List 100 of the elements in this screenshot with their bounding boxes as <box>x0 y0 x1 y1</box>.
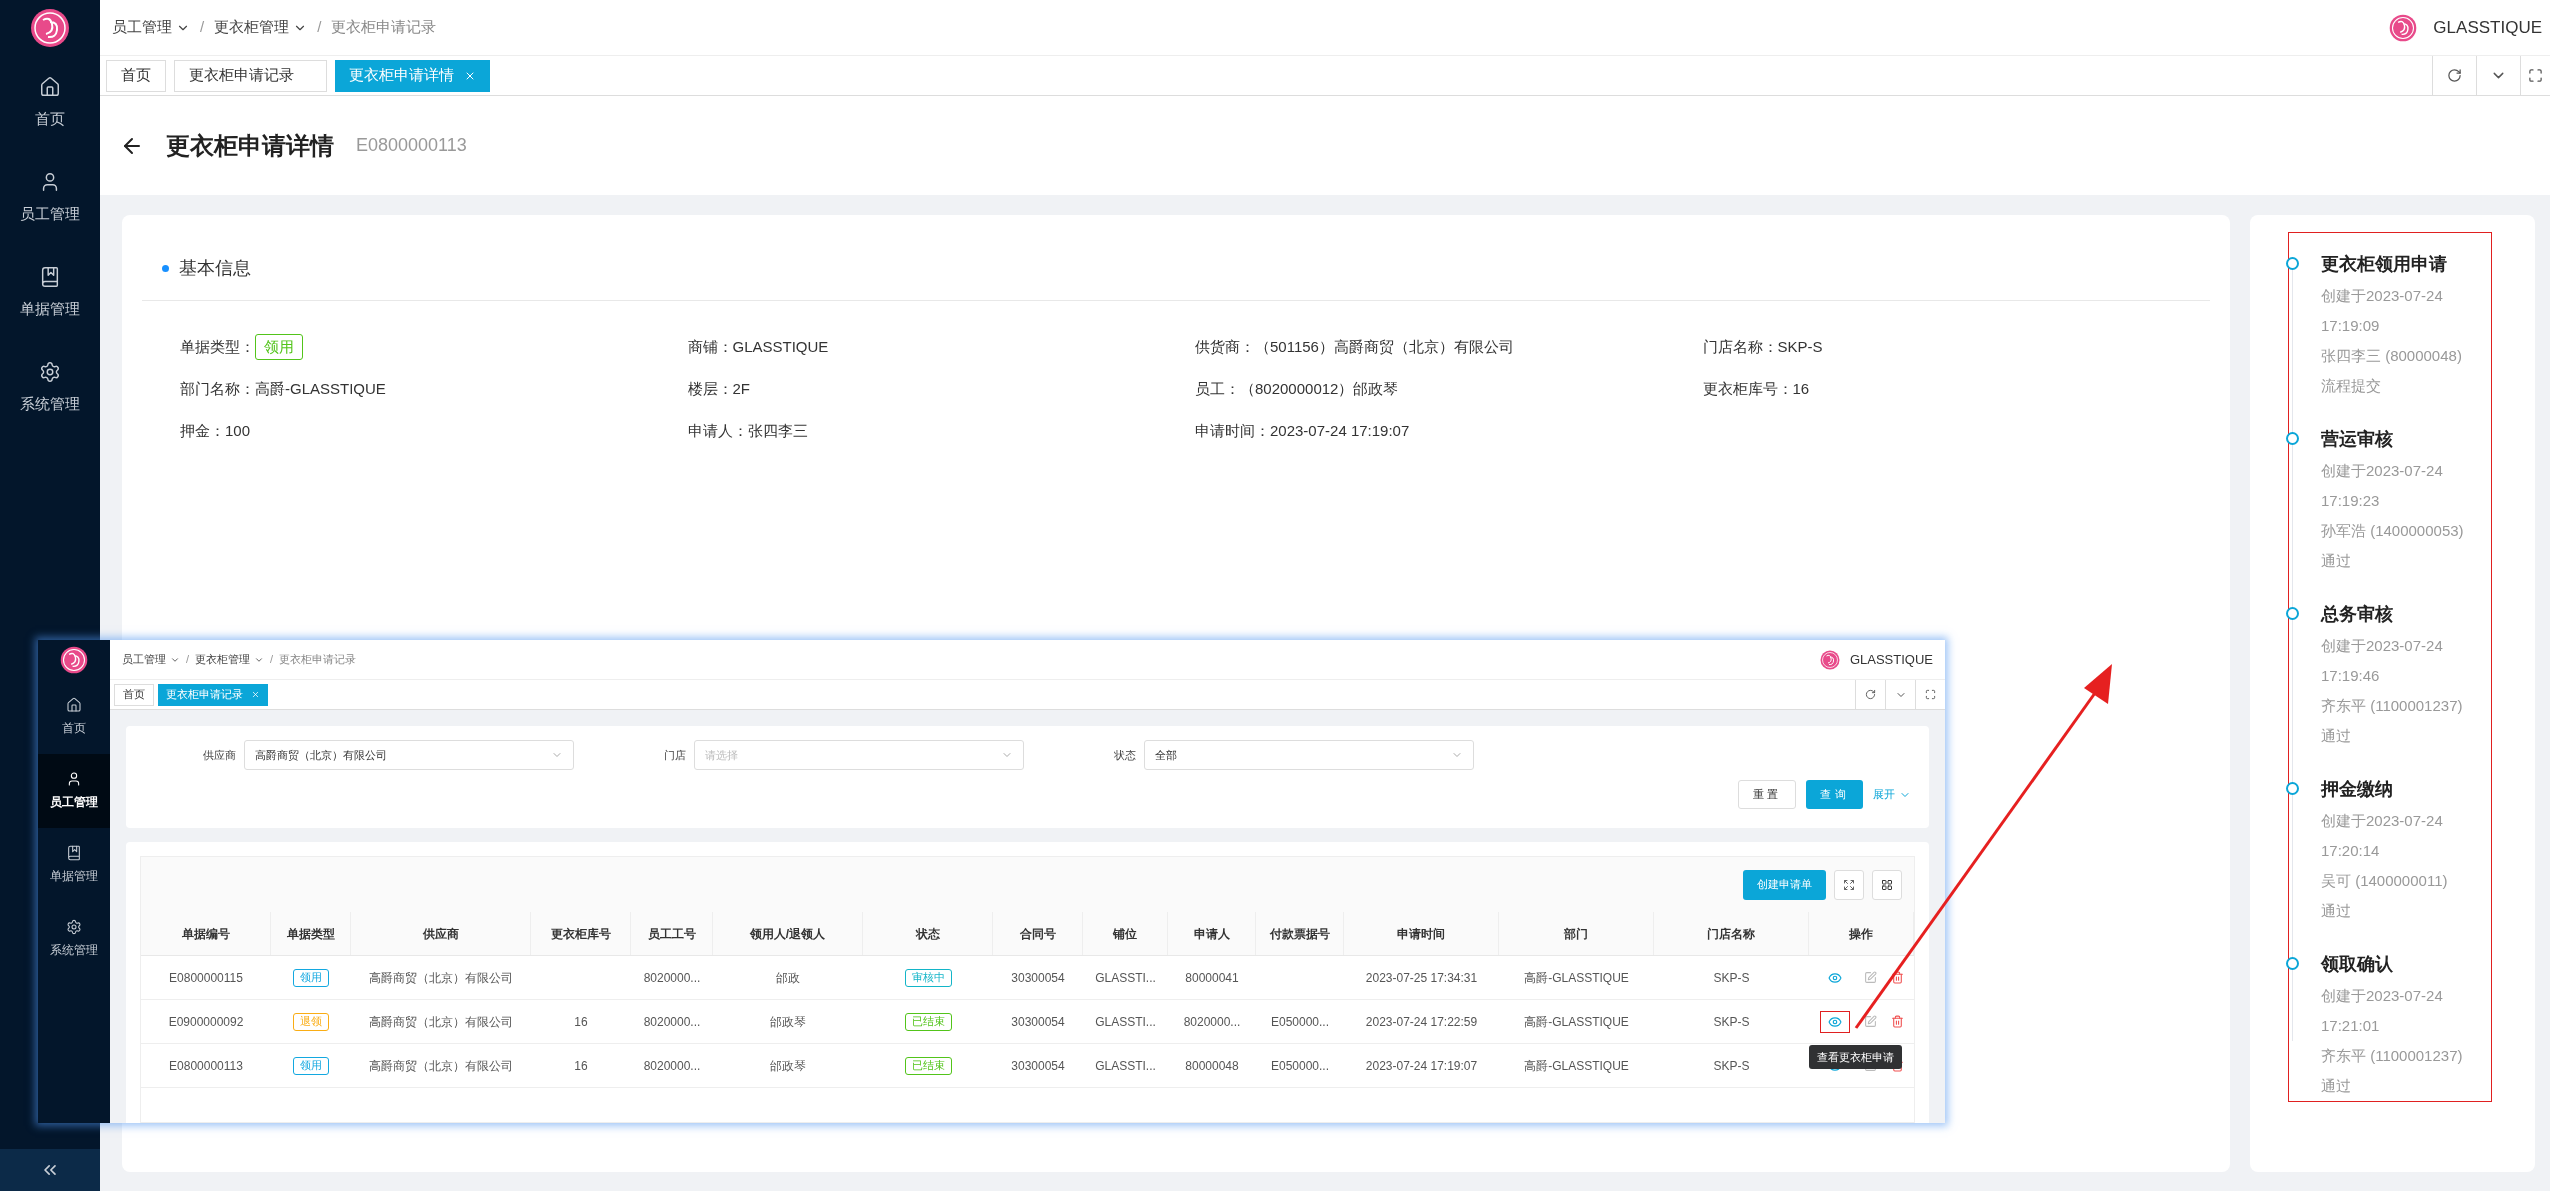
field-label: 供货商： <box>1195 336 1255 357</box>
fullscreen-icon <box>1925 689 1936 700</box>
refresh-icon <box>1865 689 1876 700</box>
table-cell-text: E0900000092 <box>168 1013 244 1031</box>
brand-name: GLASSTIQUE <box>1849 650 1933 669</box>
table-cell-text: 8020000... <box>643 1057 701 1075</box>
field-label: 部门名称： <box>180 378 255 399</box>
edit-icon[interactable] <box>1863 1015 1877 1028</box>
table-cell-text: 高爵商贸（北京）有限公司 <box>369 1013 513 1031</box>
step-title: 押金缴纳 <box>2321 778 2394 801</box>
step-result: 通过 <box>2321 551 2352 571</box>
sidebar-item[interactable]: 首页 <box>38 680 110 754</box>
layout-button[interactable] <box>1872 869 1902 900</box>
table-cell-text: 高爵商贸（北京）有限公司 <box>369 969 513 987</box>
step-result: 通过 <box>2321 901 2352 921</box>
field-value: （8020000012）邰政琴 <box>1240 378 1399 399</box>
table-cell-text: 16 <box>574 1013 588 1031</box>
home-icon <box>39 76 61 99</box>
bullet-icon <box>162 264 169 272</box>
column-header: 操作 <box>1809 912 1914 955</box>
step-created: 创建于2023-07-24 17:19:46 <box>2321 636 2444 686</box>
step-created: 创建于2023-07-24 17:20:14 <box>2321 811 2444 861</box>
sidebar-item[interactable]: 首页 <box>0 56 100 151</box>
tag: 领用 <box>255 334 303 360</box>
brand-name: GLASSTIQUE <box>2433 16 2542 39</box>
delete-icon[interactable] <box>1890 1015 1904 1028</box>
column-header: 供应商 <box>351 912 531 955</box>
column-header: 状态 <box>863 912 993 955</box>
step-title: 领取确认 <box>2321 953 2394 976</box>
table-cell-text: 2023-07-25 17:34:31 <box>1365 969 1478 987</box>
fullscreen-button[interactable] <box>1834 869 1864 900</box>
sidebar-item[interactable]: 员工管理 <box>0 151 100 246</box>
view-button[interactable] <box>1819 1010 1850 1033</box>
delete-icon[interactable] <box>1890 971 1904 984</box>
table-cell-text: 邰政琴 <box>770 1057 806 1075</box>
column-header: 领用人/退领人 <box>713 912 863 955</box>
logo-icon <box>60 646 88 674</box>
section-title: 基本信息 <box>179 256 251 280</box>
table-cell-text: 8020000... <box>643 969 701 987</box>
column-header: 铺位 <box>1083 912 1168 955</box>
table-cell-text: 8020000... <box>643 1013 701 1031</box>
edit-icon[interactable] <box>1863 971 1877 984</box>
breadcrumb-item[interactable]: 员工管理 <box>122 651 180 668</box>
sidebar-item[interactable]: 员工管理 <box>38 754 110 828</box>
field-value: 高爵-GLASSTIQUE <box>255 378 386 399</box>
table-cell-text: 高爵-GLASSTIQUE <box>1524 1013 1629 1031</box>
table-cell-text: 30300054 <box>1011 1057 1065 1075</box>
table-cell-text: 80000041 <box>1185 969 1239 987</box>
table-cell-text: 高爵商贸（北京）有限公司 <box>369 1057 513 1075</box>
table-cell-text: GLASSTI... <box>1095 1057 1156 1075</box>
field-value: 16 <box>1792 378 1810 399</box>
step-operator: 张四李三 (80000048) <box>2321 346 2463 366</box>
step-title: 更衣柜领用申请 <box>2321 253 2448 276</box>
tag: 领用 <box>293 1056 329 1075</box>
step-result: 通过 <box>2321 1076 2352 1096</box>
sidebar-item[interactable]: 单据管理 <box>38 828 110 902</box>
filter-label: 门店 <box>663 747 686 763</box>
gear-icon <box>39 361 61 384</box>
field-value: 2023-07-24 17:19:07 <box>1270 420 1410 441</box>
reset-button[interactable]: 重置 <box>1737 780 1797 809</box>
tooltip: 查看更衣柜申请 <box>1809 1045 1902 1069</box>
column-header: 部门 <box>1499 912 1654 955</box>
select-field[interactable]: 高爵商贸（北京）有限公司 <box>244 740 574 770</box>
column-header: 申请时间 <box>1344 912 1499 955</box>
logo-icon <box>2389 13 2418 42</box>
eye-icon <box>1827 970 1842 985</box>
eye-icon <box>1827 1014 1842 1029</box>
field-label: 楼层： <box>687 378 733 399</box>
breadcrumb-separator: / <box>186 652 190 668</box>
step-created: 创建于2023-07-24 17:19:23 <box>2321 461 2444 511</box>
step-result: 通过 <box>2321 726 2352 746</box>
select-field[interactable]: 全部 <box>1144 740 1474 770</box>
sidebar-item[interactable]: 单据管理 <box>0 246 100 341</box>
table-cell-text: 8020000... <box>1183 1013 1241 1031</box>
column-header: 单据类型 <box>271 912 351 955</box>
table-cell-text: 高爵-GLASSTIQUE <box>1524 969 1629 987</box>
home-icon <box>66 697 82 713</box>
tab[interactable]: 首页 <box>106 59 166 92</box>
field-label: 申请时间： <box>1195 420 1270 441</box>
column-header: 付款票据号 <box>1256 912 1344 955</box>
breadcrumb-item[interactable]: 更衣柜申请记录 <box>279 651 357 668</box>
sidebar-item[interactable]: 系统管理 <box>38 902 110 976</box>
table-cell-text: 30300054 <box>1011 1013 1065 1031</box>
table-cell-text: 2023-07-24 17:22:59 <box>1365 1013 1478 1031</box>
breadcrumb-item[interactable]: 更衣柜申请记录 <box>331 16 437 39</box>
refresh-icon <box>2447 68 2462 83</box>
page-title: 更衣柜申请详情 <box>166 130 334 161</box>
close-icon[interactable] <box>251 690 260 699</box>
step-operator: 孙军浩 (1400000053) <box>2321 521 2465 541</box>
tab[interactable]: 首页 <box>114 683 154 706</box>
field-label: 更衣柜库号： <box>1702 378 1793 399</box>
step-result: 流程提交 <box>2321 376 2382 396</box>
table-cell-text: SKP-S <box>1713 1013 1750 1031</box>
record-number: E0800000113 <box>356 134 467 157</box>
breadcrumb-item[interactable]: 更衣柜管理 <box>214 16 308 39</box>
field-value: 2F <box>732 378 750 399</box>
breadcrumb-item[interactable]: 更衣柜管理 <box>195 651 265 668</box>
breadcrumb-item[interactable]: 员工管理 <box>112 16 190 39</box>
sidebar-item[interactable]: 系统管理 <box>0 341 100 436</box>
tab[interactable]: 更衣柜申请记录 <box>174 59 327 92</box>
